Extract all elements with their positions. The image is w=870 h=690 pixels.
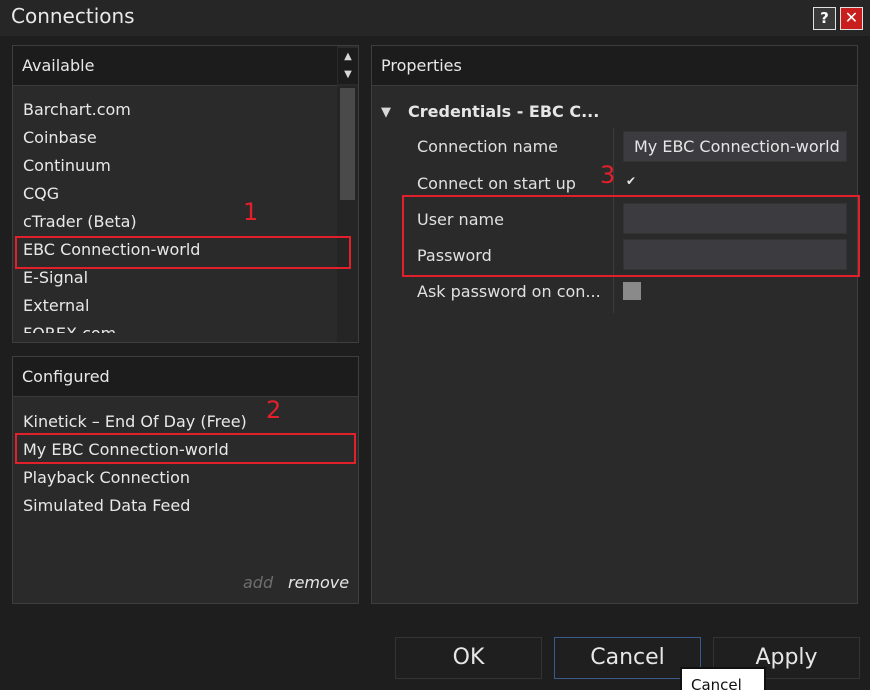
connect-on-startup-label: Connect on start up (417, 174, 576, 193)
configured-panel: Configured Kinetick – End Of Day (Free) … (12, 356, 359, 604)
ok-button[interactable]: OK (395, 637, 542, 679)
collapse-triangle-icon[interactable]: ▼ (381, 105, 391, 120)
annotation-number-2: 2 (266, 396, 282, 424)
available-item[interactable]: External (23, 292, 89, 320)
cancel-button[interactable]: Cancel (554, 637, 701, 679)
help-button[interactable]: ? (813, 7, 836, 30)
annotation-number-1: 1 (243, 198, 259, 226)
cancel-tooltip: Cancel (680, 667, 766, 690)
scroll-up-button[interactable]: ▲ (338, 48, 358, 66)
column-divider (613, 128, 614, 313)
ask-password-label: Ask password on con... (417, 282, 601, 301)
configured-item[interactable]: Playback Connection (23, 464, 190, 492)
available-item[interactable]: E-Signal (23, 264, 88, 292)
remove-link[interactable]: remove (288, 573, 349, 592)
password-input[interactable] (623, 239, 847, 270)
available-item[interactable]: CQG (23, 180, 59, 208)
available-item[interactable]: FOREX.com (23, 320, 116, 333)
available-panel: Available ▲ ▼ Barchart.com Coinbase Cont… (12, 45, 359, 343)
ask-password-checkbox[interactable] (623, 282, 641, 300)
user-name-input[interactable] (623, 203, 847, 234)
available-header: Available (13, 46, 337, 86)
properties-panel: Properties ▼ Credentials - EBC C... Conn… (371, 45, 858, 604)
password-label: Password (417, 246, 492, 265)
close-button[interactable]: ✕ (840, 7, 863, 30)
available-item[interactable]: Coinbase (23, 124, 97, 152)
checkmark-icon: ✔ (626, 174, 637, 188)
scroll-down-button[interactable]: ▼ (338, 66, 358, 84)
available-item-ebc[interactable]: EBC Connection-world (23, 236, 200, 264)
configured-item-my-ebc[interactable]: My EBC Connection-world (23, 436, 229, 464)
configured-item[interactable]: Kinetick – End Of Day (Free) (23, 408, 247, 436)
available-list: Barchart.com Coinbase Continuum CQG cTra… (13, 86, 337, 333)
title-bar: Connections ? ✕ (0, 0, 870, 36)
connection-name-label: Connection name (417, 137, 558, 156)
configured-header: Configured (13, 357, 358, 397)
properties-header: Properties (372, 46, 857, 86)
available-item[interactable]: cTrader (Beta) (23, 208, 137, 236)
scroll-thumb[interactable] (340, 88, 355, 200)
add-link[interactable]: add (243, 573, 273, 592)
available-item[interactable]: Continuum (23, 152, 111, 180)
connection-name-input[interactable]: My EBC Connection-world (623, 131, 847, 162)
user-name-label: User name (417, 210, 504, 229)
annotation-number-3: 3 (600, 161, 616, 189)
available-item[interactable]: Barchart.com (23, 96, 131, 124)
configured-item[interactable]: Simulated Data Feed (23, 492, 190, 520)
connect-on-startup-checkbox[interactable]: ✔ (623, 174, 641, 192)
section-title[interactable]: Credentials - EBC C... (408, 102, 599, 121)
window-title: Connections (11, 4, 135, 28)
